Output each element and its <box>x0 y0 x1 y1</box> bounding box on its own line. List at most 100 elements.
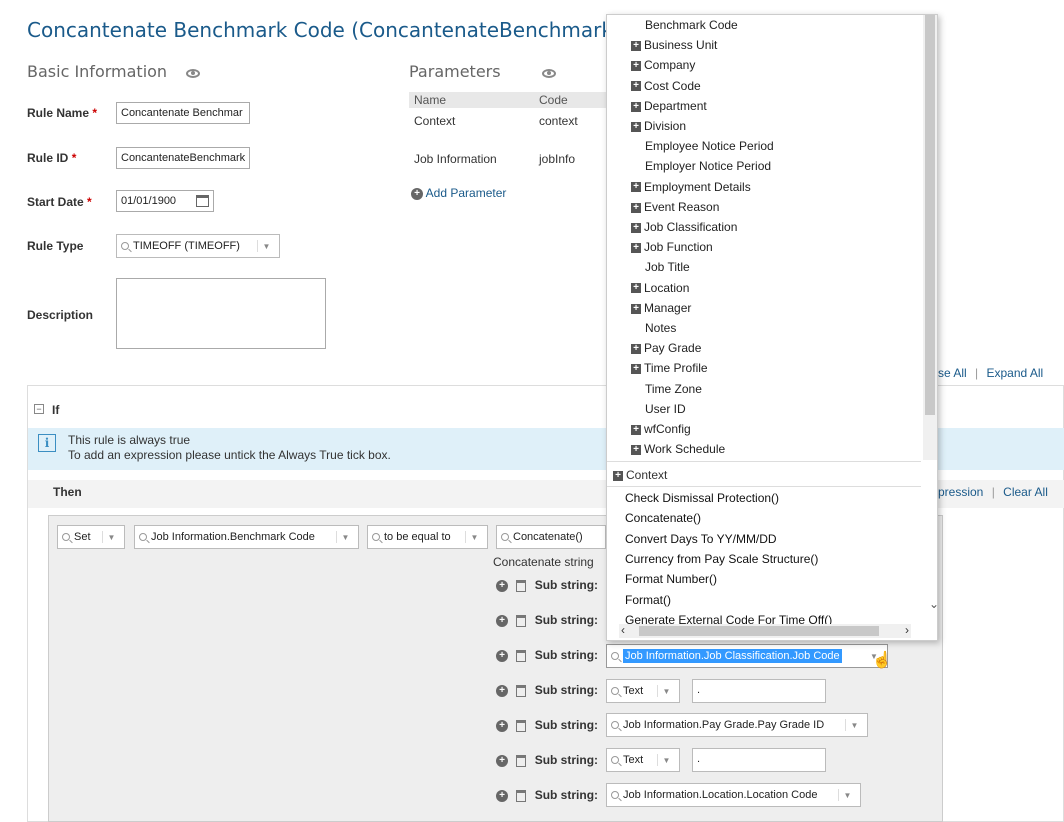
chevron-down-icon[interactable]: ▼ <box>257 240 275 252</box>
expand-icon[interactable]: + <box>631 81 641 92</box>
clear-all-link[interactable]: Clear All <box>1003 485 1048 499</box>
tree-item[interactable]: Notes <box>645 321 676 335</box>
add-circle-icon[interactable]: + <box>496 789 508 802</box>
info-line-1: This rule is always true <box>68 433 191 447</box>
function-item[interactable]: Convert Days To YY/MM/DD <box>625 532 777 546</box>
add-circle-icon[interactable]: + <box>496 719 508 732</box>
expand-icon[interactable]: + <box>631 364 641 375</box>
visibility-eye-icon[interactable] <box>542 69 557 78</box>
tree-item[interactable]: + Job Function <box>631 240 713 254</box>
expand-all-link[interactable]: Expand All <box>987 366 1044 380</box>
substring-type-select[interactable]: Text ▼ <box>606 748 680 772</box>
rule-type-select[interactable]: TIMEOFF (TIMEOFF) ▼ <box>116 234 280 258</box>
expand-icon[interactable]: + <box>631 424 641 435</box>
function-item[interactable]: Currency from Pay Scale Structure() <box>625 552 818 566</box>
tree-item[interactable]: + Cost Code <box>631 79 701 93</box>
function-item[interactable]: Format() <box>625 593 671 607</box>
context-group[interactable]: + Context <box>607 461 921 487</box>
collapse-all-link[interactable]: se All <box>938 366 967 380</box>
chevron-down-icon[interactable]: ▼ <box>336 531 354 543</box>
function-select[interactable]: Concatenate() <box>496 525 606 549</box>
function-item[interactable]: Format Number() <box>625 572 717 586</box>
trash-icon[interactable] <box>516 684 527 697</box>
chevron-down-icon[interactable]: ▼ <box>838 789 856 801</box>
expand-icon[interactable]: + <box>631 303 641 314</box>
start-date-input[interactable]: 01/01/1900 <box>116 190 214 212</box>
chevron-down-icon[interactable]: ▼ <box>102 531 120 543</box>
collapse-icon[interactable]: − <box>34 404 44 414</box>
tree-item[interactable]: + Employment Details <box>631 180 751 194</box>
chevron-down-icon[interactable]: ▼ <box>845 719 863 731</box>
chevron-down-icon[interactable]: ▼ <box>657 754 675 766</box>
scrollbar-thumb[interactable] <box>925 15 935 415</box>
horizontal-scrollbar[interactable]: ‹ › <box>619 623 911 638</box>
expand-icon[interactable]: + <box>631 61 641 72</box>
description-textarea[interactable] <box>116 278 326 349</box>
expand-icon[interactable]: + <box>613 470 623 481</box>
tree-item[interactable]: Employee Notice Period <box>645 139 774 153</box>
scrollbar-thumb[interactable] <box>639 626 879 636</box>
expand-icon[interactable]: + <box>631 41 641 52</box>
expression-link[interactable]: pression <box>938 485 983 499</box>
tree-item[interactable]: + Department <box>631 99 707 113</box>
add-circle-icon[interactable]: + <box>496 684 508 697</box>
tree-item[interactable]: Benchmark Code <box>645 18 738 32</box>
tree-item[interactable]: + Company <box>631 58 695 72</box>
tree-item[interactable]: + Pay Grade <box>631 341 701 355</box>
tree-item[interactable]: Time Zone <box>645 382 702 396</box>
substring-select[interactable]: Job Information.Location.Location Code ▼ <box>606 783 861 807</box>
tree-item[interactable]: User ID <box>645 402 686 416</box>
operator-select[interactable]: to be equal to ▼ <box>367 525 488 549</box>
scroll-right-icon[interactable]: › <box>905 623 909 637</box>
tree-item[interactable]: + Work Schedule <box>631 442 725 456</box>
add-circle-icon[interactable]: + <box>496 579 508 592</box>
function-item[interactable]: Check Dismissal Protection() <box>625 491 779 505</box>
expand-icon[interactable]: + <box>631 445 641 456</box>
tree-item[interactable]: + wfConfig <box>631 422 691 436</box>
calendar-icon[interactable] <box>196 195 209 207</box>
visibility-eye-icon[interactable] <box>186 69 200 78</box>
tree-item[interactable]: Employer Notice Period <box>645 159 771 173</box>
chevron-down-icon[interactable]: ▼ <box>465 531 483 543</box>
tree-item[interactable]: + Job Classification <box>631 220 737 234</box>
scroll-left-icon[interactable]: ‹ <box>621 623 625 637</box>
expand-icon[interactable]: + <box>631 101 641 112</box>
tree-item[interactable]: + Manager <box>631 301 691 315</box>
chevron-down-icon[interactable]: ⌄ <box>929 597 939 611</box>
tree-item[interactable]: + Time Profile <box>631 361 708 375</box>
vertical-scrollbar[interactable] <box>923 15 937 460</box>
substring-select[interactable]: Job Information.Job Classification.Job C… <box>606 644 888 668</box>
rule-id-input[interactable]: ConcantenateBenchmark <box>116 147 250 169</box>
trash-icon[interactable] <box>516 579 527 592</box>
tree-item[interactable]: + Division <box>631 119 686 133</box>
chevron-down-icon[interactable]: ▼ <box>657 685 675 697</box>
expand-icon[interactable]: + <box>631 182 641 193</box>
expand-icon[interactable]: + <box>631 344 641 355</box>
substring-select[interactable]: Job Information.Pay Grade.Pay Grade ID ▼ <box>606 713 868 737</box>
add-circle-icon[interactable]: + <box>496 649 508 662</box>
add-circle-icon[interactable]: + <box>496 614 508 627</box>
rule-name-input[interactable]: Concantenate Benchmar <box>116 102 250 124</box>
expand-icon[interactable]: + <box>631 202 641 213</box>
add-circle-icon[interactable]: + <box>496 754 508 767</box>
trash-icon[interactable] <box>516 789 527 802</box>
field-select[interactable]: Job Information.Benchmark Code ▼ <box>134 525 359 549</box>
expand-icon[interactable]: + <box>631 243 641 254</box>
trash-icon[interactable] <box>516 649 527 662</box>
function-item[interactable]: Concatenate() <box>625 511 701 525</box>
expand-icon[interactable]: + <box>631 283 641 294</box>
expand-icon[interactable]: + <box>631 222 641 233</box>
trash-icon[interactable] <box>516 719 527 732</box>
tree-item[interactable]: Job Title <box>645 260 690 274</box>
trash-icon[interactable] <box>516 754 527 767</box>
substring-text-input[interactable]: . <box>692 679 826 703</box>
trash-icon[interactable] <box>516 614 527 627</box>
substring-type-select[interactable]: Text ▼ <box>606 679 680 703</box>
expand-icon[interactable]: + <box>631 121 641 132</box>
set-select[interactable]: Set ▼ <box>57 525 125 549</box>
tree-item[interactable]: + Location <box>631 281 689 295</box>
substring-text-input[interactable]: . <box>692 748 826 772</box>
add-parameter-link[interactable]: + Add Parameter <box>411 186 506 200</box>
tree-item[interactable]: + Business Unit <box>631 38 717 52</box>
tree-item[interactable]: + Event Reason <box>631 200 719 214</box>
